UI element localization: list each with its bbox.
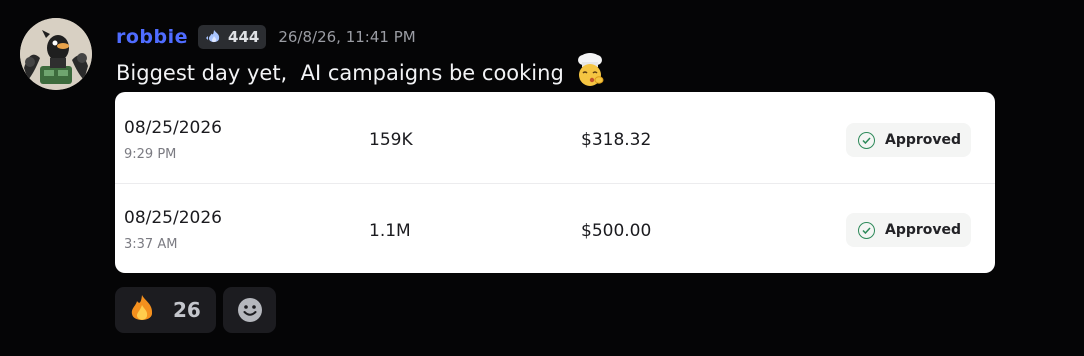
fire-emoji-icon — [131, 295, 153, 320]
user-avatar[interactable] — [20, 18, 92, 90]
payout-date: 08/25/2026 — [124, 118, 222, 138]
payout-table: 08/25/2026 9:29 PM 159K $318.32 Approved… — [115, 92, 995, 273]
guild-tag[interactable]: 444 — [198, 25, 267, 49]
payout-amount: $318.32 — [581, 130, 652, 150]
status-badge: Approved — [846, 123, 971, 157]
payout-views: 1.1M — [369, 221, 411, 241]
payout-time: 3:37 AM — [124, 237, 178, 252]
message-content: Biggest day yet, AI campaigns be cooking — [116, 53, 608, 88]
flame-badge-icon — [206, 30, 220, 43]
message-timestamp[interactable]: 26/8/26, 11:41 PM — [278, 28, 415, 46]
status-label: Approved — [885, 222, 962, 238]
payout-amount: $500.00 — [581, 221, 652, 241]
chef-emoji-icon — [577, 53, 604, 86]
avatar-image — [20, 18, 92, 90]
payout-time: 9:29 PM — [124, 147, 177, 162]
check-circle-icon — [858, 131, 875, 149]
username[interactable]: robbie — [116, 26, 188, 48]
payout-date: 08/25/2026 — [124, 208, 222, 228]
guild-tag-number: 444 — [228, 28, 260, 46]
message-text: Biggest day yet, AI campaigns be cooking — [116, 61, 564, 85]
payout-views: 159K — [369, 130, 413, 150]
reaction-count: 26 — [173, 298, 201, 322]
payout-row: 08/25/2026 9:29 PM 159K $318.32 Approved — [115, 92, 995, 182]
check-circle-icon — [858, 221, 875, 239]
reaction-fire[interactable]: 26 — [115, 287, 216, 333]
add-reaction-button[interactable] — [223, 287, 276, 333]
smiley-add-reaction-icon — [237, 298, 262, 322]
status-badge: Approved — [846, 213, 971, 247]
message-header: robbie 444 26/8/26, 11:41 PM — [116, 24, 416, 50]
status-label: Approved — [885, 132, 962, 148]
payout-row: 08/25/2026 3:37 AM 1.1M $500.00 Approved — [115, 183, 995, 273]
